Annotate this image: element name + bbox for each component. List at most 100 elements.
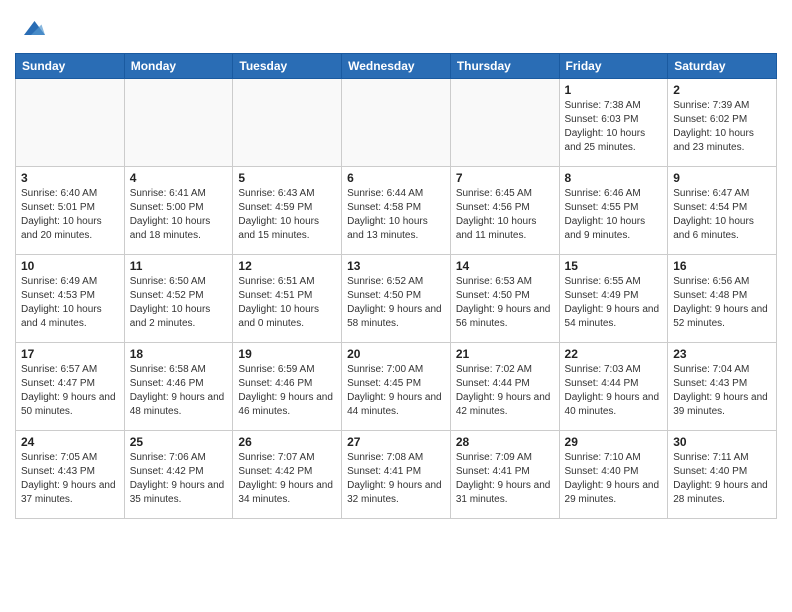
day-info: Sunrise: 6:55 AMSunset: 4:49 PMDaylight:…	[565, 275, 663, 331]
day-info: Sunrise: 6:53 AMSunset: 4:50 PMDaylight:…	[456, 275, 554, 331]
day-number: 25	[130, 435, 228, 449]
day-info: Sunrise: 6:41 AMSunset: 5:00 PMDaylight:…	[130, 187, 228, 243]
day-number: 13	[347, 259, 445, 273]
day-info: Sunrise: 7:39 AMSunset: 6:02 PMDaylight:…	[673, 99, 771, 155]
day-number: 22	[565, 347, 663, 361]
day-info: Sunrise: 7:05 AMSunset: 4:43 PMDaylight:…	[21, 451, 119, 507]
day-cell: 9 Sunrise: 6:47 AMSunset: 4:54 PMDaylight…	[668, 167, 777, 255]
day-cell: 3 Sunrise: 6:40 AMSunset: 5:01 PMDaylight…	[16, 167, 125, 255]
day-cell: 13 Sunrise: 6:52 AMSunset: 4:50 PMDayligh…	[342, 255, 451, 343]
day-info: Sunrise: 7:06 AMSunset: 4:42 PMDaylight:…	[130, 451, 228, 507]
day-info: Sunrise: 7:00 AMSunset: 4:45 PMDaylight:…	[347, 363, 445, 419]
day-cell: 22 Sunrise: 7:03 AMSunset: 4:44 PMDayligh…	[559, 343, 668, 431]
weekday-header-row: SundayMondayTuesdayWednesdayThursdayFrid…	[16, 54, 777, 79]
day-cell: 5Sunrise: 6:43 AMSunset: 4:59 PMDaylight…	[233, 167, 342, 255]
day-cell: 19Sunrise: 6:59 AMSunset: 4:46 PMDayligh…	[233, 343, 342, 431]
day-number: 26	[238, 435, 336, 449]
day-info: Sunrise: 6:51 AMSunset: 4:51 PMDaylight:…	[238, 275, 336, 331]
day-info: Sunrise: 6:45 AMSunset: 4:56 PMDaylight:…	[456, 187, 554, 243]
day-number: 15	[565, 259, 663, 273]
weekday-header-monday: Monday	[124, 54, 233, 79]
day-number: 2	[673, 83, 771, 97]
day-number: 8	[565, 171, 663, 185]
day-cell: 23 Sunrise: 7:04 AMSunset: 4:43 PMDayligh…	[668, 343, 777, 431]
day-number: 5	[238, 171, 336, 185]
day-info: Sunrise: 6:56 AMSunset: 4:48 PMDaylight:…	[673, 275, 771, 331]
day-cell	[124, 79, 233, 167]
day-info: Sunrise: 6:46 AMSunset: 4:55 PMDaylight:…	[565, 187, 663, 243]
calendar-body: 1 Sunrise: 7:38 AMSunset: 6:03 PMDaylight…	[16, 79, 777, 519]
day-cell: 12 Sunrise: 6:51 AMSunset: 4:51 PMDayligh…	[233, 255, 342, 343]
day-cell: 11 Sunrise: 6:50 AMSunset: 4:52 PMDayligh…	[124, 255, 233, 343]
week-row-2: 3 Sunrise: 6:40 AMSunset: 5:01 PMDaylight…	[16, 167, 777, 255]
day-cell: 16 Sunrise: 6:56 AMSunset: 4:48 PMDayligh…	[668, 255, 777, 343]
day-cell: 20 Sunrise: 7:00 AMSunset: 4:45 PMDayligh…	[342, 343, 451, 431]
day-cell	[450, 79, 559, 167]
day-number: 16	[673, 259, 771, 273]
logo	[15, 14, 45, 47]
day-cell: 18 Sunrise: 6:58 AMSunset: 4:46 PMDayligh…	[124, 343, 233, 431]
day-number: 20	[347, 347, 445, 361]
day-cell: 17 Sunrise: 6:57 AMSunset: 4:47 PMDayligh…	[16, 343, 125, 431]
day-info: Sunrise: 6:50 AMSunset: 4:52 PMDaylight:…	[130, 275, 228, 331]
day-cell	[233, 79, 342, 167]
page: SundayMondayTuesdayWednesdayThursdayFrid…	[0, 0, 792, 529]
day-cell: 7 Sunrise: 6:45 AMSunset: 4:56 PMDaylight…	[450, 167, 559, 255]
weekday-header-wednesday: Wednesday	[342, 54, 451, 79]
day-number: 17	[21, 347, 119, 361]
day-cell: 26 Sunrise: 7:07 AMSunset: 4:42 PMDayligh…	[233, 431, 342, 519]
day-cell: 2 Sunrise: 7:39 AMSunset: 6:02 PMDaylight…	[668, 79, 777, 167]
day-number: 12	[238, 259, 336, 273]
day-cell	[16, 79, 125, 167]
day-info: Sunrise: 6:47 AMSunset: 4:54 PMDaylight:…	[673, 187, 771, 243]
day-number: 4	[130, 171, 228, 185]
day-cell	[342, 79, 451, 167]
day-number: 18	[130, 347, 228, 361]
day-number: 9	[673, 171, 771, 185]
day-info: Sunrise: 7:08 AMSunset: 4:41 PMDaylight:…	[347, 451, 445, 507]
day-cell: 1 Sunrise: 7:38 AMSunset: 6:03 PMDaylight…	[559, 79, 668, 167]
day-cell: 29 Sunrise: 7:10 AMSunset: 4:40 PMDayligh…	[559, 431, 668, 519]
day-number: 28	[456, 435, 554, 449]
day-number: 7	[456, 171, 554, 185]
day-info: Sunrise: 7:07 AMSunset: 4:42 PMDaylight:…	[238, 451, 336, 507]
day-cell: 21Sunrise: 7:02 AMSunset: 4:44 PMDayligh…	[450, 343, 559, 431]
week-row-4: 17 Sunrise: 6:57 AMSunset: 4:47 PMDayligh…	[16, 343, 777, 431]
day-info: Sunrise: 7:11 AMSunset: 4:40 PMDaylight:…	[673, 451, 771, 507]
day-info: Sunrise: 6:57 AMSunset: 4:47 PMDaylight:…	[21, 363, 119, 419]
day-number: 23	[673, 347, 771, 361]
day-info: Sunrise: 7:03 AMSunset: 4:44 PMDaylight:…	[565, 363, 663, 419]
day-number: 6	[347, 171, 445, 185]
weekday-header-sunday: Sunday	[16, 54, 125, 79]
weekday-header-tuesday: Tuesday	[233, 54, 342, 79]
week-row-5: 24 Sunrise: 7:05 AMSunset: 4:43 PMDayligh…	[16, 431, 777, 519]
day-info: Sunrise: 7:02 AMSunset: 4:44 PMDaylight:…	[456, 363, 554, 419]
day-cell: 24 Sunrise: 7:05 AMSunset: 4:43 PMDayligh…	[16, 431, 125, 519]
day-cell: 10Sunrise: 6:49 AMSunset: 4:53 PMDayligh…	[16, 255, 125, 343]
day-cell: 4 Sunrise: 6:41 AMSunset: 5:00 PMDaylight…	[124, 167, 233, 255]
day-number: 19	[238, 347, 336, 361]
day-info: Sunrise: 6:58 AMSunset: 4:46 PMDaylight:…	[130, 363, 228, 419]
header	[15, 10, 777, 47]
weekday-header-thursday: Thursday	[450, 54, 559, 79]
day-info: Sunrise: 6:40 AMSunset: 5:01 PMDaylight:…	[21, 187, 119, 243]
day-info: Sunrise: 6:52 AMSunset: 4:50 PMDaylight:…	[347, 275, 445, 331]
day-cell: 6 Sunrise: 6:44 AMSunset: 4:58 PMDaylight…	[342, 167, 451, 255]
day-info: Sunrise: 7:04 AMSunset: 4:43 PMDaylight:…	[673, 363, 771, 419]
day-number: 1	[565, 83, 663, 97]
day-info: Sunrise: 6:44 AMSunset: 4:58 PMDaylight:…	[347, 187, 445, 243]
day-cell: 25 Sunrise: 7:06 AMSunset: 4:42 PMDayligh…	[124, 431, 233, 519]
day-number: 3	[21, 171, 119, 185]
day-number: 29	[565, 435, 663, 449]
day-info: Sunrise: 7:10 AMSunset: 4:40 PMDaylight:…	[565, 451, 663, 507]
day-number: 24	[21, 435, 119, 449]
day-cell: 27Sunrise: 7:08 AMSunset: 4:41 PMDayligh…	[342, 431, 451, 519]
day-cell: 28Sunrise: 7:09 AMSunset: 4:41 PMDayligh…	[450, 431, 559, 519]
week-row-1: 1 Sunrise: 7:38 AMSunset: 6:03 PMDaylight…	[16, 79, 777, 167]
day-info: Sunrise: 7:38 AMSunset: 6:03 PMDaylight:…	[565, 99, 663, 155]
calendar-header: SundayMondayTuesdayWednesdayThursdayFrid…	[16, 54, 777, 79]
day-cell: 30Sunrise: 7:11 AMSunset: 4:40 PMDayligh…	[668, 431, 777, 519]
weekday-header-saturday: Saturday	[668, 54, 777, 79]
day-number: 11	[130, 259, 228, 273]
calendar-table: SundayMondayTuesdayWednesdayThursdayFrid…	[15, 53, 777, 519]
